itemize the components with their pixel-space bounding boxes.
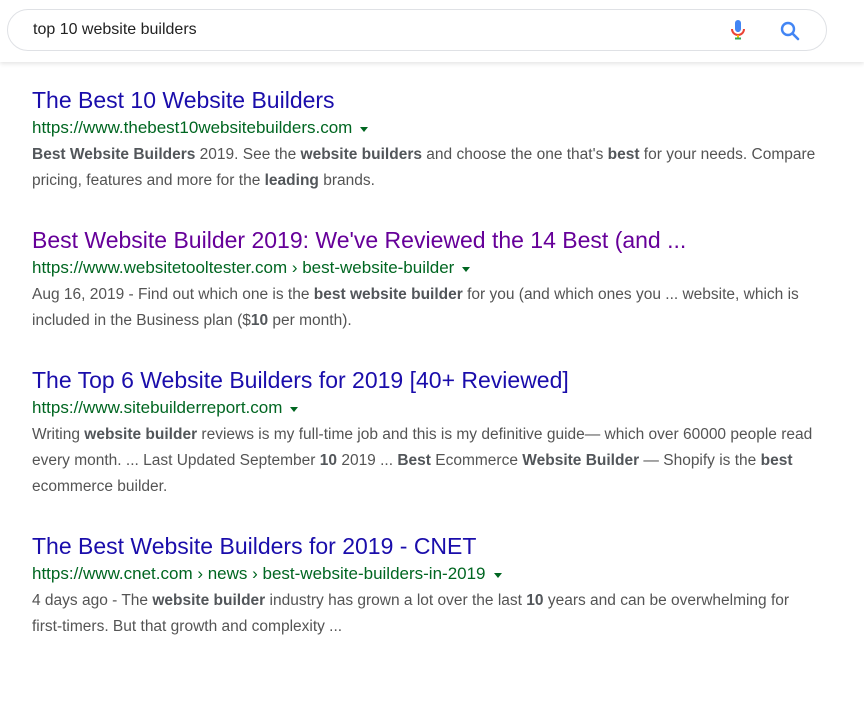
snippet-text: 2019. See the	[195, 146, 301, 163]
dropdown-arrow-icon[interactable]	[493, 572, 502, 578]
result-url: https://www.sitebuilderreport.com	[32, 396, 822, 420]
result-title-link[interactable]: Best Website Builder 2019: We've Reviewe…	[32, 224, 822, 256]
result-url-text: https://www.websitetooltester.com › best…	[32, 258, 455, 277]
snippet-highlight: 10	[319, 452, 338, 469]
result-url-text: https://www.thebest10websitebuilders.com	[32, 118, 353, 137]
result-title-link[interactable]: The Top 6 Website Builders for 2019 [40+…	[32, 364, 822, 396]
snippet-text: ecommerce builder.	[32, 478, 168, 495]
result-url-text: https://www.sitebuilderreport.com	[32, 398, 283, 417]
snippet-highlight: 10	[526, 592, 544, 609]
snippet-text: 4 days ago - The	[32, 592, 153, 609]
dropdown-arrow-icon[interactable]	[462, 266, 471, 272]
search-result: Best Website Builder 2019: We've Reviewe…	[32, 224, 822, 334]
snippet-highlight: best	[760, 452, 793, 469]
result-snippet: Writing website builder reviews is my fu…	[32, 422, 822, 500]
result-url-text: https://www.cnet.com › news › best-websi…	[32, 564, 486, 583]
snippet-highlight: best	[607, 146, 640, 163]
snippet-text: and choose the one that's	[421, 146, 608, 163]
snippet-highlight: website builder	[152, 592, 266, 609]
search-box[interactable]	[7, 9, 827, 51]
results-list: The Best 10 Website Builders https://www.…	[32, 84, 822, 670]
snippet-text: Ecommerce	[430, 452, 523, 469]
dropdown-arrow-icon[interactable]	[290, 406, 299, 412]
snippet-highlight: website builders	[300, 146, 422, 163]
snippet-highlight: Best	[397, 452, 431, 469]
result-snippet: Best Website Builders 2019. See the webs…	[32, 142, 822, 194]
search-result: The Best 10 Website Builders https://www.…	[32, 84, 822, 194]
result-url: https://www.thebest10websitebuilders.com	[32, 116, 822, 140]
snippet-highlight: Website Builder	[522, 452, 640, 469]
snippet-highlight: leading	[264, 172, 319, 189]
snippet-highlight: best website builder	[313, 286, 463, 303]
search-result: The Top 6 Website Builders for 2019 [40+…	[32, 364, 822, 500]
snippet-highlight: 10	[250, 312, 269, 329]
snippet-text: 2019 ...	[337, 452, 398, 469]
snippet-text: Writing	[32, 426, 85, 443]
search-icon[interactable]	[778, 19, 802, 43]
snippet-text: Aug 16, 2019 - Find out which one is the	[32, 286, 314, 303]
snippet-text: per month).	[268, 312, 352, 329]
result-title-link[interactable]: The Best Website Builders for 2019 - CNE…	[32, 530, 822, 562]
microphone-icon[interactable]	[726, 18, 750, 42]
snippet-highlight: Best Website Builders	[32, 146, 196, 163]
search-header	[0, 0, 864, 62]
search-input[interactable]	[33, 10, 673, 50]
snippet-highlight: website builder	[84, 426, 198, 443]
result-url: https://www.websitetooltester.com › best…	[32, 256, 822, 280]
snippet-text: — Shopify is the	[639, 452, 761, 469]
result-snippet: 4 days ago - The website builder industr…	[32, 588, 822, 640]
result-snippet: Aug 16, 2019 - Find out which one is the…	[32, 282, 822, 334]
dropdown-arrow-icon[interactable]	[360, 126, 369, 132]
result-url: https://www.cnet.com › news › best-websi…	[32, 562, 822, 586]
snippet-text: industry has grown a lot over the last	[265, 592, 527, 609]
search-results-page: The Best 10 Website Builders https://www.…	[0, 0, 864, 725]
snippet-text: brands.	[318, 172, 375, 189]
search-result: The Best Website Builders for 2019 - CNE…	[32, 530, 822, 640]
result-title-link[interactable]: The Best 10 Website Builders	[32, 84, 822, 116]
